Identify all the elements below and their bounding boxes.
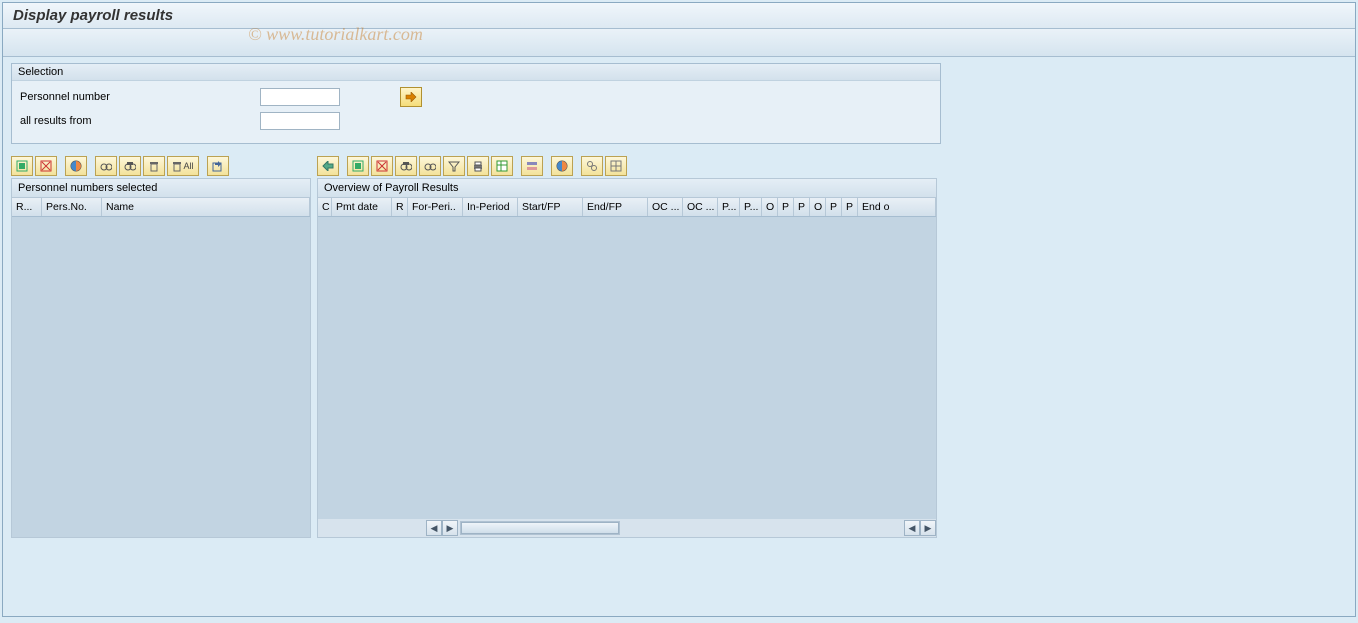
col-c[interactable]: C: [318, 198, 332, 216]
col-p3[interactable]: P: [778, 198, 794, 216]
selection-group-title: Selection: [12, 64, 940, 81]
right-grid-header: C Pmt date R For-Peri.. In-Period Start/…: [318, 198, 936, 217]
arrow-right-icon: [405, 92, 417, 102]
right-grid: C Pmt date R For-Peri.. In-Period Start/…: [317, 197, 937, 538]
page-title: Display payroll results: [13, 7, 1345, 24]
col-inperiod[interactable]: In-Period: [463, 198, 518, 216]
title-bar: Display payroll results: [3, 3, 1355, 29]
left-toolbar: All: [11, 154, 311, 178]
print-button[interactable]: [467, 156, 489, 176]
export-button[interactable]: [207, 156, 229, 176]
col-r[interactable]: R: [392, 198, 408, 216]
delete-all-label: All: [183, 161, 193, 171]
find-button[interactable]: [395, 156, 417, 176]
find-next-button[interactable]: [419, 156, 441, 176]
scroll-thumb[interactable]: [461, 522, 619, 534]
filter-button[interactable]: [443, 156, 465, 176]
right-panel-title: Overview of Payroll Results: [317, 178, 937, 197]
delete-all-button[interactable]: All: [167, 156, 199, 176]
col-persno[interactable]: Pers.No.: [42, 198, 102, 216]
link-button[interactable]: [581, 156, 603, 176]
col-o1[interactable]: O: [762, 198, 778, 216]
layout-button[interactable]: [521, 156, 543, 176]
personnel-number-label: Personnel number: [20, 91, 260, 103]
col-p2[interactable]: P...: [740, 198, 762, 216]
binoculars-next-icon: [100, 160, 112, 172]
scroll-left-button[interactable]: ◀: [426, 520, 442, 536]
select-all-button[interactable]: [11, 156, 33, 176]
scroll-left-end-button[interactable]: ◀: [904, 520, 920, 536]
printer-icon: [472, 160, 484, 172]
spreadsheet-icon: [496, 160, 508, 172]
right-grid-body: ◀ ▶ ◀ ▶: [318, 217, 936, 537]
col-endfp[interactable]: End/FP: [583, 198, 648, 216]
multiple-selection-button[interactable]: [400, 87, 422, 107]
link-icon: [586, 160, 598, 172]
col-p5[interactable]: P: [826, 198, 842, 216]
scroll-right-end-button[interactable]: ▶: [920, 520, 936, 536]
left-grid-body: [12, 217, 310, 537]
col-o2[interactable]: O: [810, 198, 826, 216]
color-circle-icon: [556, 160, 568, 172]
all-results-from-input[interactable]: [260, 112, 340, 130]
col-r[interactable]: R...: [12, 198, 42, 216]
binoculars-icon: [400, 160, 412, 172]
col-p6[interactable]: P: [842, 198, 858, 216]
arrow-left-icon: [322, 161, 334, 171]
left-grid-header: R... Pers.No. Name: [12, 198, 310, 217]
scroll-track[interactable]: [460, 521, 620, 535]
back-button[interactable]: [317, 156, 339, 176]
variant-button[interactable]: [551, 156, 573, 176]
trash-icon: [148, 160, 160, 172]
export-icon: [212, 160, 224, 172]
col-oc2[interactable]: OC ...: [683, 198, 718, 216]
find-button[interactable]: [119, 156, 141, 176]
deselect-all-icon: [40, 160, 52, 172]
selection-group: Selection Personnel number all results f…: [11, 63, 941, 144]
col-oc1[interactable]: OC ...: [648, 198, 683, 216]
col-p4[interactable]: P: [794, 198, 810, 216]
right-toolbar: [317, 154, 937, 178]
trash-icon: [172, 160, 182, 172]
color-circle-icon: [70, 160, 82, 172]
col-endo[interactable]: End o: [858, 198, 936, 216]
deselect-all-icon: [376, 160, 388, 172]
scroll-right-button[interactable]: ▶: [442, 520, 458, 536]
binoculars-next-icon: [424, 160, 436, 172]
select-all-button[interactable]: [347, 156, 369, 176]
select-all-icon: [16, 160, 28, 172]
select-all-icon: [352, 160, 364, 172]
binoculars-icon: [124, 160, 136, 172]
col-startfp[interactable]: Start/FP: [518, 198, 583, 216]
horizontal-scrollbar: ◀ ▶ ◀ ▶: [318, 519, 936, 537]
grid-icon: [610, 160, 622, 172]
personnel-number-input[interactable]: [260, 88, 340, 106]
delete-button[interactable]: [143, 156, 165, 176]
left-panel-title: Personnel numbers selected: [11, 178, 311, 197]
deselect-all-button[interactable]: [371, 156, 393, 176]
all-results-from-label: all results from: [20, 115, 260, 127]
export-button[interactable]: [491, 156, 513, 176]
col-pmtdate[interactable]: Pmt date: [332, 198, 392, 216]
col-p1[interactable]: P...: [718, 198, 740, 216]
find-next-button[interactable]: [95, 156, 117, 176]
application-toolbar: [3, 29, 1355, 57]
deselect-all-button[interactable]: [35, 156, 57, 176]
left-grid: R... Pers.No. Name: [11, 197, 311, 538]
col-forperi[interactable]: For-Peri..: [408, 198, 463, 216]
variant-button[interactable]: [65, 156, 87, 176]
col-name[interactable]: Name: [102, 198, 310, 216]
funnel-icon: [448, 160, 460, 172]
layout-icon: [526, 160, 538, 172]
grid-button[interactable]: [605, 156, 627, 176]
